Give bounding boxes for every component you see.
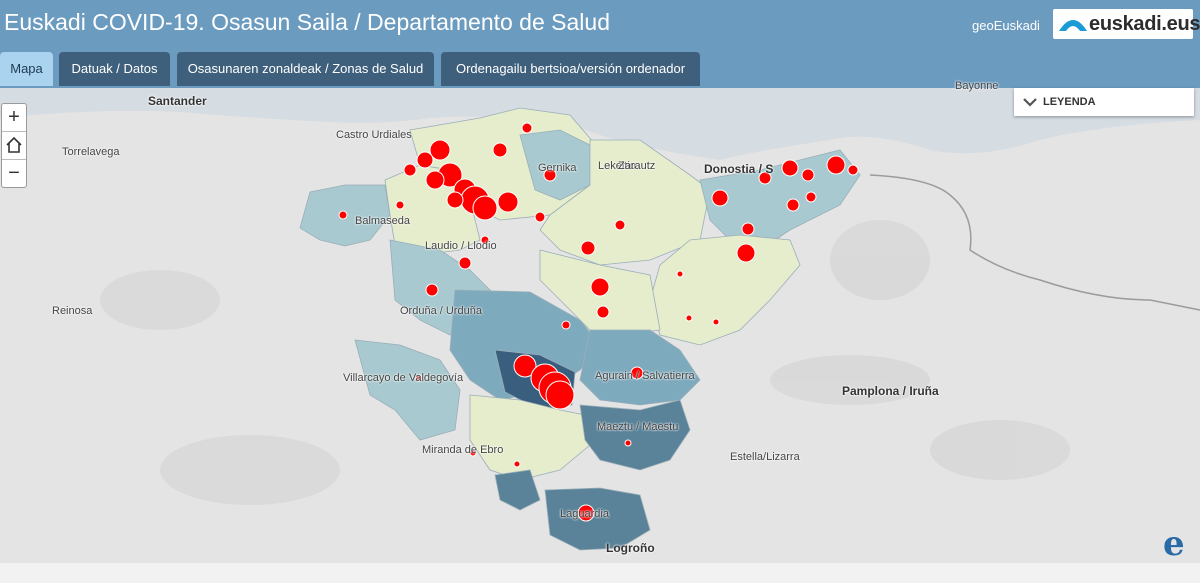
label-villarcayo: Villarcayo de Valdegovía — [343, 372, 464, 384]
label-llodio: Laudio / Llodio — [425, 240, 497, 252]
label-salvatierra: Agurain / Salvatierra — [595, 370, 695, 382]
bottom-bar — [0, 563, 1200, 583]
label-donostia: Donostia / S — [704, 162, 774, 176]
label-balmaseda: Balmaseda — [355, 215, 411, 227]
label-pamplona: Pamplona / Iruña — [842, 384, 939, 398]
label-torrelavega: Torrelavega — [62, 146, 120, 158]
label-zarautz: Zarautz — [618, 160, 656, 172]
legend-label: LEYENDA — [1043, 96, 1096, 108]
geoeuskadi-link[interactable]: geoEuskadi — [972, 18, 1040, 33]
tab-version-ordenador[interactable]: Ordenagailu bertsioa/versión ordenador — [441, 52, 700, 86]
label-bayonne: Bayonne — [955, 80, 999, 92]
zoom-control: + − — [1, 103, 27, 188]
home-button[interactable] — [2, 132, 26, 160]
logo-text: euskadi.eus — [1089, 13, 1200, 35]
label-castro-urdiales: Castro Urdiales — [336, 129, 412, 141]
zoom-out-button[interactable]: − — [2, 160, 26, 187]
zoom-in-button[interactable]: + — [2, 104, 26, 132]
euskadi-logo-icon — [1059, 20, 1087, 31]
label-laguardia: Laguardia — [560, 508, 609, 520]
euskadi-e-logo-icon: e — [1163, 524, 1185, 564]
euskadi-logo[interactable]: euskadi.eus — [1053, 9, 1200, 39]
label-reinosa: Reinosa — [52, 305, 93, 317]
tab-zonas-salud[interactable]: Osasunaren zonaldeak / Zonas de Salud — [177, 52, 434, 86]
label-estella: Estella/Lizarra — [730, 451, 800, 463]
label-santander: Santander — [148, 94, 207, 108]
label-miranda: Miranda de Ebro — [422, 444, 504, 456]
label-maeztu: Maeztu / Maestu — [597, 421, 679, 433]
label-logrono: Logroño — [606, 541, 655, 555]
label-orduna: Orduña / Urduña — [400, 305, 482, 317]
legend-panel[interactable]: LEYENDA — [1014, 88, 1194, 116]
tab-datos[interactable]: Datuak / Datos — [59, 52, 170, 86]
home-icon — [6, 136, 22, 153]
chevron-down-icon — [1023, 98, 1037, 107]
tab-mapa[interactable]: Mapa — [0, 52, 53, 86]
label-gernika: Gernika — [538, 162, 577, 174]
app-title: Euskadi COVID-19. Osasun Saila / Departa… — [4, 9, 610, 35]
